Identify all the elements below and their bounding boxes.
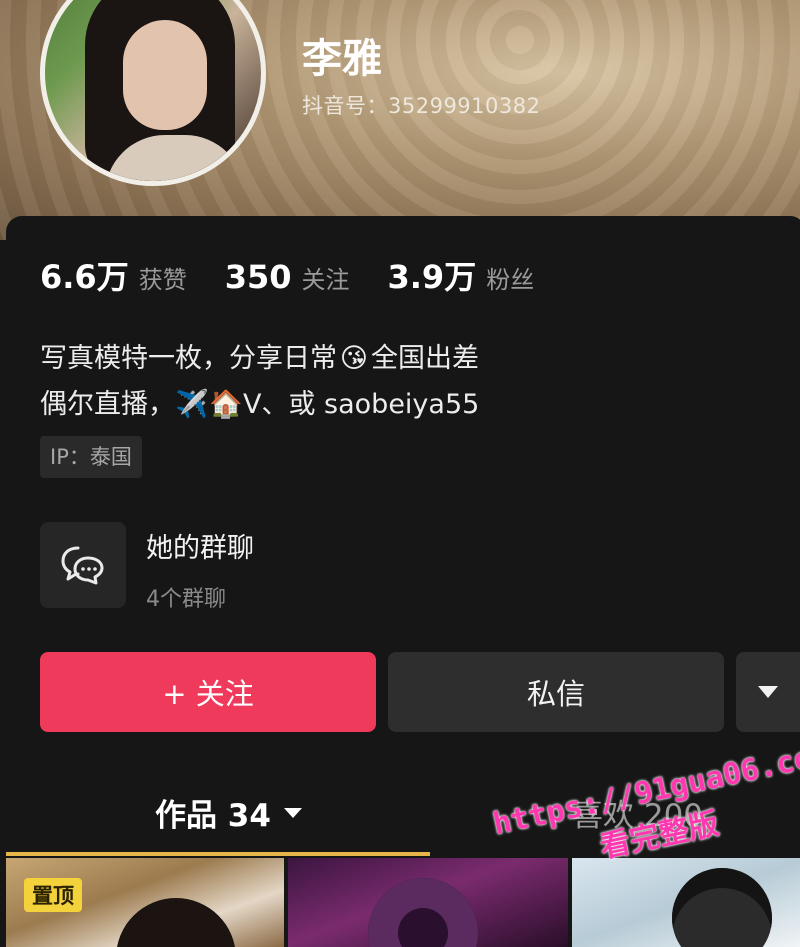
bio-line-1: 写真模特一枚，分享日常 😘 全国出差	[40, 336, 479, 382]
stat-likes-label: 获赞	[138, 266, 187, 294]
stat-likes[interactable]: 6.6万 获赞	[40, 252, 187, 298]
thumbnail-3-figure	[672, 868, 772, 947]
tab-works-label: 作品 34	[155, 798, 271, 834]
thumbnail-1-figure	[116, 898, 236, 947]
group-chat-count: 4个群聊	[146, 587, 226, 612]
kiss-emoji-icon: 😘	[339, 343, 369, 374]
stat-followers[interactable]: 3.9万 粉丝	[388, 252, 535, 298]
bio-line-1-text-a: 写真模特一枚，分享日常	[40, 343, 337, 374]
stat-following-count: 350	[224, 258, 292, 296]
tab-works-caret-icon	[283, 807, 302, 818]
follow-button[interactable]: + 关注	[40, 652, 376, 732]
profile-name: 李雅	[302, 36, 382, 82]
thumbnail-2-figure	[368, 878, 478, 947]
video-thumbnail-3[interactable]	[572, 858, 800, 947]
stat-following[interactable]: 350 关注	[225, 258, 350, 296]
tab-works[interactable]: 作品 34	[155, 790, 303, 835]
stat-likes-count: 6.6万	[40, 258, 129, 296]
group-chat-title: 她的群聊	[146, 533, 254, 564]
more-options-button[interactable]	[736, 652, 800, 732]
bio-line-1-text-b: 全国出差	[371, 343, 479, 374]
ip-location-tag: IP：泰国	[40, 436, 142, 478]
stat-following-label: 关注	[301, 266, 350, 294]
pinned-badge: 置顶	[24, 878, 82, 912]
house-emoji-icon: 🏠	[209, 389, 243, 420]
stat-followers-label: 粉丝	[486, 266, 535, 294]
message-button[interactable]: 私信	[388, 652, 724, 732]
avatar-face	[123, 20, 207, 130]
active-tab-indicator	[6, 852, 430, 856]
bio-line-2-text-a: 偶尔直播，	[40, 389, 175, 420]
group-chat-entry[interactable]: 她的群聊 4个群聊	[40, 522, 254, 613]
douyin-id[interactable]: 抖音号：35299910382	[302, 90, 540, 120]
video-thumbnail-1[interactable]: 置顶	[6, 858, 284, 947]
profile-bio: 写真模特一枚，分享日常 😘 全国出差 偶尔直播，✈️🏠V、或 saobeiya55	[40, 336, 479, 428]
stat-followers-count: 3.9万	[387, 258, 477, 296]
chat-bubbles-icon	[40, 522, 126, 608]
airplane-emoji-icon: ✈️	[175, 389, 209, 420]
bio-line-2-text-b: V、或 saobeiya55	[243, 389, 480, 420]
caret-down-icon	[758, 686, 778, 698]
bio-line-2: 偶尔直播，✈️🏠V、或 saobeiya55	[40, 382, 479, 428]
profile-stats: 6.6万 获赞 350 关注 3.9万 粉丝	[40, 252, 572, 298]
